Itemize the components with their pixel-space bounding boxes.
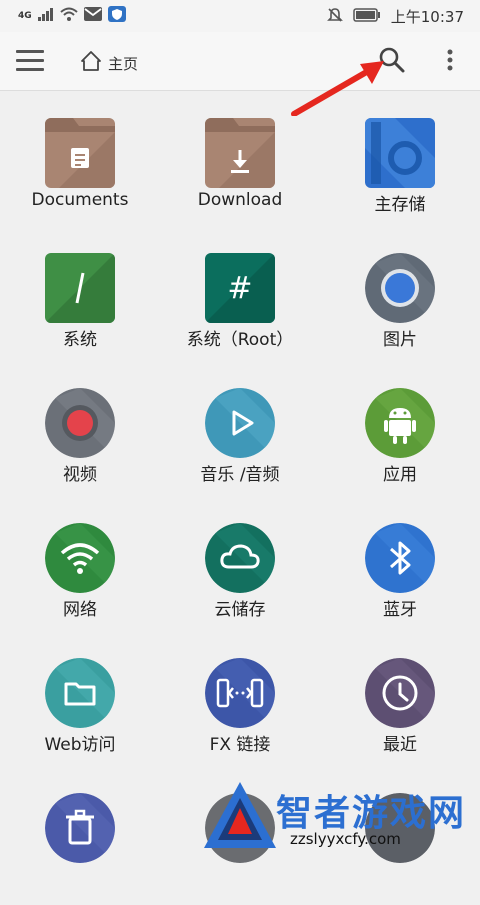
tile-label: 应用 [383,465,417,485]
tile-music[interactable]: 音乐 /音频 [160,380,320,500]
home-icon [80,50,102,76]
wifi-icon [45,523,115,593]
more-vert-icon [447,49,453,71]
tile-apps[interactable]: 应用 [320,380,480,500]
video-icon [45,388,115,458]
signal-icon [37,7,54,25]
hamburger-line [16,68,44,71]
tile-label: Documents [31,190,129,210]
shield-icon [107,6,126,26]
tile-pictures[interactable]: 图片 [320,245,480,365]
clock-time: 上午10:37 [390,8,464,26]
tile-label: 网络 [63,600,97,620]
root-icon: # [205,253,275,323]
battery-icon [353,7,381,26]
watermark-title: 智者游戏网 [276,793,467,834]
tile-network[interactable]: 网络 [0,515,160,635]
internal-storage-icon [365,118,435,188]
status-bar: 4G 上午10:37 [0,0,480,32]
annotation-arrow-icon [291,61,384,116]
tile-label: 音乐 /音频 [200,465,280,485]
apps-icon [365,388,435,458]
tile-label: FX 链接 [209,735,271,755]
tile-label: Download [197,190,283,210]
tile-trash[interactable] [0,785,160,905]
music-icon [205,388,275,458]
app-bar: 主页 [0,32,480,91]
tile-label: 蓝牙 [383,600,417,620]
watermark-logo: 智者游戏网 zzslyyxcfy.com [200,778,480,853]
menu-button[interactable] [16,50,44,74]
folder-download-icon [205,118,275,188]
tile-download[interactable]: Download [160,110,320,230]
tile-internal-storage[interactable]: 主存储 [320,110,480,230]
tile-fx-connect[interactable]: FX 链接 [160,650,320,770]
clock-icon [365,658,435,728]
page-title: 主页 [108,54,139,73]
tile-documents[interactable]: Documents [0,110,160,230]
tile-bluetooth[interactable]: 蓝牙 [320,515,480,635]
hamburger-icon [16,50,44,53]
tile-video[interactable]: 视频 [0,380,160,500]
mute-notification-icon [326,7,343,27]
more-options-button[interactable] [440,46,460,74]
watermark-site: zzslyyxcfy.com [290,830,401,848]
tile-label: 最近 [383,735,417,755]
breadcrumb[interactable]: 主页 [80,50,138,76]
tile-web-access[interactable]: Web访问 [0,650,160,770]
tile-system-root[interactable]: # 系统（Root） [160,245,320,365]
tile-cloud[interactable]: 云储存 [160,515,320,635]
tile-label: 系统（Root） [186,330,294,350]
mail-icon [83,7,102,25]
tile-label: Web访问 [44,735,116,755]
svg-text:#: # [227,271,252,306]
web-folder-icon [45,658,115,728]
watermark-emblem-icon [204,782,276,848]
system-icon [45,253,115,323]
bluetooth-icon [365,523,435,593]
tile-system[interactable]: 系统 [0,245,160,365]
wifi-status-icon [59,7,78,25]
tile-recent[interactable]: 最近 [320,650,480,770]
tile-label: 视频 [63,465,97,485]
tile-label: 云储存 [214,600,266,620]
tile-label: 系统 [63,330,97,350]
tile-label: 图片 [383,330,417,350]
folder-documents-icon [45,118,115,188]
pictures-icon [365,253,435,323]
signal-network-label: 4G [18,11,32,21]
hamburger-line [16,59,44,62]
cloud-icon [205,523,275,593]
tile-label: 主存储 [374,195,426,215]
fx-connect-icon [205,658,275,728]
